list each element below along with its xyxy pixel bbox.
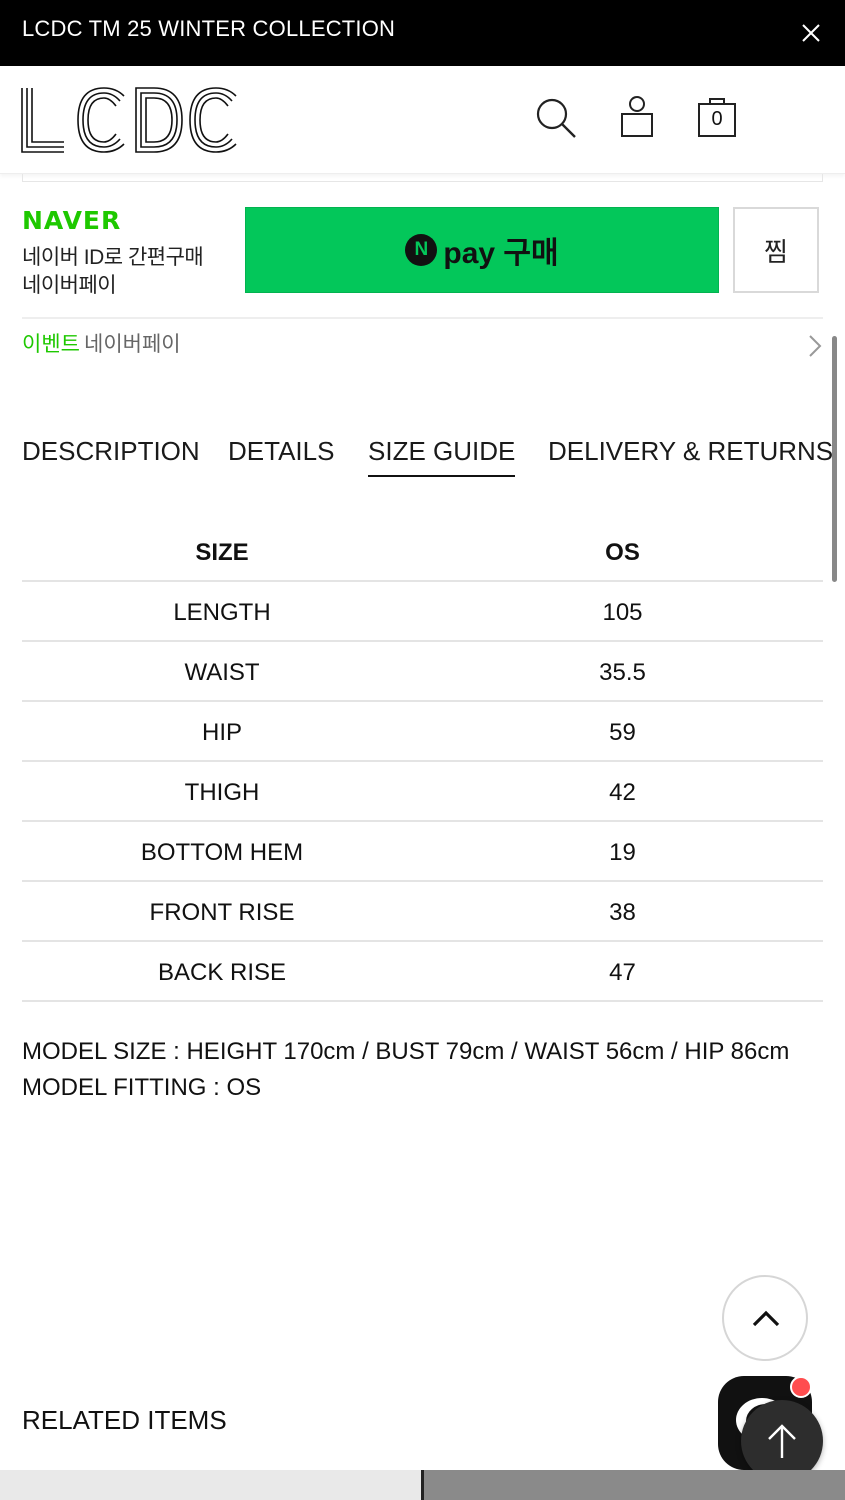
- measure-value: 42: [609, 779, 636, 806]
- table-row: HIP 59: [22, 702, 823, 762]
- related-items-title: RELATED ITEMS: [22, 1405, 227, 1435]
- naver-pay-text: 네이버페이: [22, 274, 117, 297]
- table-row: FRONT RISE 38: [22, 882, 823, 942]
- announcement-bar: LCDC TM 25 WINTER COLLECTION: [0, 0, 845, 66]
- measure-label: LENGTH: [173, 599, 271, 626]
- table-row: THIGH 42: [22, 762, 823, 822]
- measure-label: THIGH: [184, 779, 260, 806]
- naver-simple-buy-text: 네이버 ID로 간편구매: [22, 246, 204, 269]
- table-header-os: OS: [605, 539, 640, 566]
- cart-count-badge: 0: [711, 108, 723, 130]
- chevron-right-icon: [809, 335, 822, 357]
- naver-pay-buy-button[interactable]: N pay 구매: [245, 207, 719, 293]
- chevron-up-icon: [752, 1310, 780, 1327]
- option-box-edge: [22, 174, 823, 182]
- model-size-text: MODEL SIZE : HEIGHT 170cm / BUST 79cm / …: [22, 1038, 790, 1065]
- measure-value: 38: [609, 899, 636, 926]
- close-icon[interactable]: [798, 20, 824, 46]
- measure-value: 19: [609, 839, 636, 866]
- table-row: WAIST 35.5: [22, 642, 823, 702]
- wishlist-button[interactable]: 찜: [733, 207, 819, 293]
- measure-value: 47: [609, 959, 636, 986]
- site-header: 0: [0, 66, 845, 174]
- brand-logo[interactable]: [20, 86, 238, 154]
- table-header-row: SIZE OS: [22, 522, 823, 582]
- measure-label: BACK RISE: [157, 959, 287, 986]
- related-item-image[interactable]: [424, 1470, 845, 1500]
- naver-n-icon: N: [405, 234, 438, 266]
- size-guide-table: SIZE OS LENGTH 105 WAIST 35.5 HIP 59 THI…: [22, 522, 823, 1002]
- tab-delivery-returns[interactable]: DELIVERY & RETURNS: [548, 436, 833, 467]
- back-to-top-button[interactable]: [722, 1275, 808, 1361]
- tab-details[interactable]: DETAILS: [228, 436, 334, 467]
- table-row: BACK RISE 47: [22, 942, 823, 1002]
- measure-label: HIP: [201, 719, 242, 746]
- naver-event-link[interactable]: 이벤트 네이버페이: [22, 328, 828, 362]
- search-icon[interactable]: [534, 96, 578, 140]
- table-row: BOTTOM HEM 19: [22, 822, 823, 882]
- measure-label: WAIST: [184, 659, 260, 686]
- event-label: 이벤트: [22, 333, 80, 356]
- naver-pay-button-label: pay 구매: [443, 237, 559, 270]
- shopping-bag-icon[interactable]: 0: [696, 96, 738, 140]
- tab-size-guide[interactable]: SIZE GUIDE: [368, 436, 516, 477]
- measure-value: 59: [609, 719, 636, 746]
- measure-label: BOTTOM HEM: [140, 839, 304, 866]
- arrow-up-icon: [768, 1424, 796, 1458]
- measure-value: 35.5: [599, 659, 646, 686]
- announcement-text: LCDC TM 25 WINTER COLLECTION: [22, 16, 396, 41]
- measure-value: 105: [602, 599, 643, 626]
- model-fitting-text: MODEL FITTING : OS: [22, 1074, 262, 1101]
- event-text: 네이버페이: [84, 333, 181, 356]
- tab-description[interactable]: DESCRIPTION: [22, 436, 200, 467]
- table-header-size: SIZE: [195, 539, 249, 566]
- scrollbar[interactable]: [832, 336, 837, 582]
- user-icon[interactable]: [618, 94, 656, 140]
- related-item-image[interactable]: [0, 1470, 422, 1500]
- table-row: LENGTH 105: [22, 582, 823, 642]
- notification-dot: [790, 1376, 812, 1398]
- divider: [22, 317, 823, 319]
- measure-label: FRONT RISE: [149, 899, 295, 926]
- naver-brand: NAVER: [22, 206, 122, 235]
